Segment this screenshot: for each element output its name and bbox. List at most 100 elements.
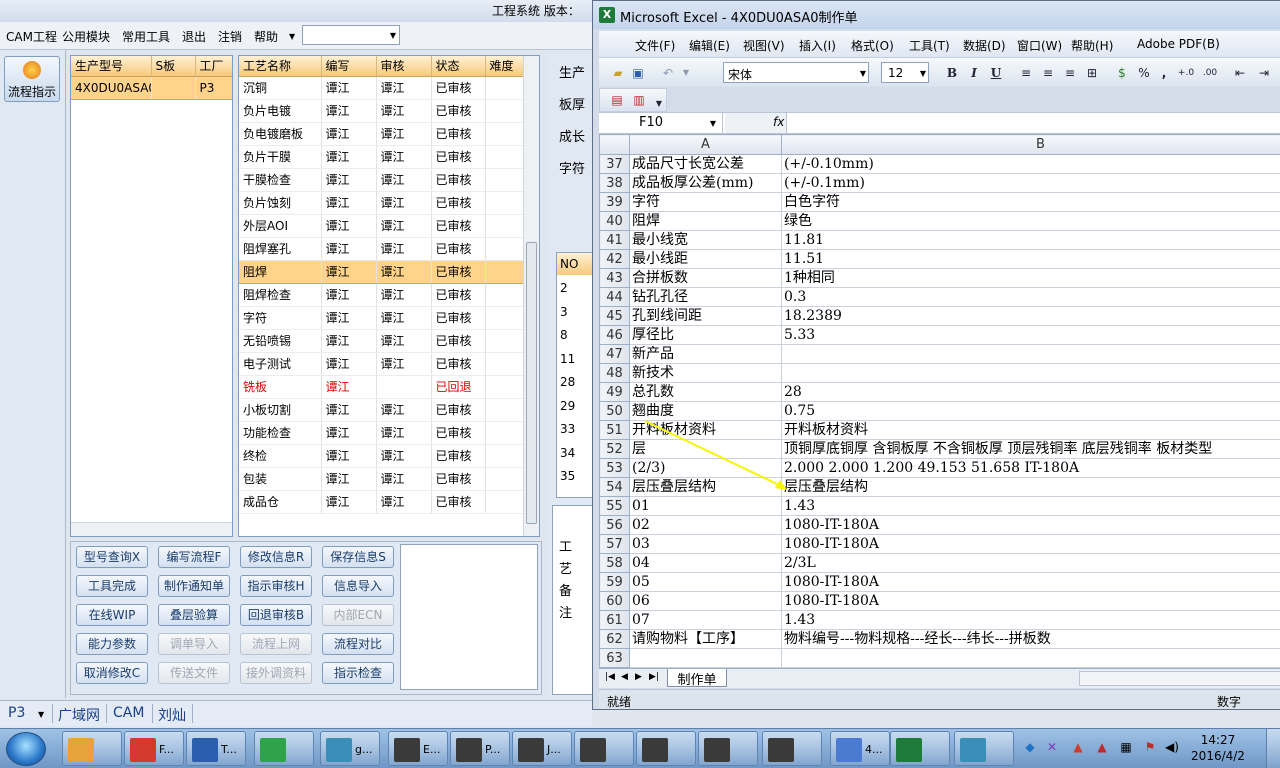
chevron-down-icon[interactable]: ▼ [677, 64, 695, 82]
table-row[interactable]: 4X0DU0ASA0 P3 [71, 75, 232, 100]
table-row[interactable]: 字符 谭江 谭江 已审核 [239, 306, 524, 330]
action-button[interactable]: 在线WIP [76, 604, 148, 626]
table-row[interactable]: 包装 谭江 谭江 已审核 [239, 467, 524, 491]
col-header-process[interactable]: 工艺名称 [239, 56, 322, 77]
action-button[interactable]: 型号查询X [76, 546, 148, 568]
excel-titlebar[interactable]: X Microsoft Excel - 4X0DU0ASA0制作单 [593, 1, 1280, 29]
table-row[interactable]: 负电镀磨板 谭江 谭江 已审核 [239, 122, 524, 146]
action-button[interactable]: 修改信息R [240, 546, 312, 568]
increase-decimal-icon[interactable]: +.0 [1177, 64, 1195, 82]
horizontal-scrollbar[interactable] [71, 522, 232, 536]
app-tray-icon[interactable]: ▲ [1070, 740, 1086, 756]
spreadsheet-grid[interactable]: A B 37 成品尺寸长宽公差 (+/-0.10mm) 38 成品板厚公差(mm) (+/… [599, 134, 1280, 668]
action-button[interactable]: 内部ECN [322, 604, 394, 626]
menu-exit[interactable]: 退出 [182, 28, 206, 45]
insert-function-button[interactable]: fx [725, 113, 787, 133]
action-button[interactable]: 工具完成 [76, 575, 148, 597]
volume-icon[interactable]: ◀) [1164, 740, 1180, 756]
excel-menu-item[interactable]: 窗口(W) [1017, 37, 1062, 54]
action-button[interactable]: 能力参数 [76, 633, 148, 655]
taskbar-app-button[interactable]: F... [124, 731, 184, 766]
system-clock[interactable]: 14:27 2016/4/2 [1190, 732, 1246, 766]
excel-menu-item[interactable]: 编辑(E) [689, 37, 730, 54]
table-row[interactable]: 负片电镀 谭江 谭江 已审核 [239, 99, 524, 123]
table-row[interactable]: 铣板 谭江 已回退 [239, 375, 524, 399]
col-header-sboard[interactable]: S板 [151, 56, 196, 77]
first-sheet-icon[interactable]: |◀ [605, 672, 615, 682]
col-header-status[interactable]: 状态 [431, 56, 486, 77]
action-button[interactable]: 保存信息S [322, 546, 394, 568]
action-button[interactable]: 流程对比 [322, 633, 394, 655]
table-row[interactable]: 无铅喷锡 谭江 谭江 已审核 [239, 329, 524, 353]
flow-indicator-button[interactable]: 流程指示 [4, 56, 60, 102]
process-remark-box[interactable]: 工 艺 备 注 [552, 505, 594, 695]
action-button[interactable]: 回退审核B [240, 604, 312, 626]
pdf-mail-icon[interactable]: ▥ [630, 91, 648, 109]
chevron-down-icon[interactable]: ▼ [289, 32, 295, 41]
action-button[interactable]: 信息导入 [322, 575, 394, 597]
pdf-icon[interactable]: ▤ [608, 91, 626, 109]
last-sheet-icon[interactable]: ▶| [649, 672, 659, 682]
no-grid[interactable]: NO 2 3 8 11 28 29 33 34 35 [556, 252, 596, 498]
action-button[interactable]: 编写流程F [158, 546, 230, 568]
tool-tray-icon[interactable]: ✕ [1044, 740, 1060, 756]
network-icon[interactable]: ▦ [1118, 740, 1134, 756]
open-icon[interactable]: ▰ [609, 64, 627, 82]
taskbar-app-button[interactable]: g... [320, 731, 380, 766]
excel-menu-item[interactable]: 格式(O) [851, 37, 894, 54]
taskbar-app-button[interactable] [954, 731, 1014, 766]
table-row[interactable]: 外层AOI 谭江 谭江 已审核 [239, 214, 524, 238]
vertical-scrollbar[interactable] [523, 56, 539, 536]
excel-menu-item[interactable]: Adobe PDF(B) [1137, 37, 1220, 51]
action-button[interactable]: 叠层验算 [158, 604, 230, 626]
table-row[interactable]: 电子测试 谭江 谭江 已审核 [239, 352, 524, 376]
taskbar-app-button[interactable]: 4... [830, 731, 890, 766]
horizontal-scrollbar[interactable] [1079, 671, 1280, 686]
action-center-icon[interactable]: ⚑ [1142, 740, 1158, 756]
chevron-down-icon[interactable]: ▼ [38, 710, 44, 719]
model-grid[interactable]: 生产型号 S板 工厂 4X0DU0ASA0 P3 [70, 55, 233, 537]
scrollbar-thumb[interactable] [526, 242, 537, 524]
action-button[interactable]: 制作通知单 [158, 575, 230, 597]
col-header-difficulty[interactable]: 难度 [485, 56, 524, 77]
align-center-icon[interactable]: ≡ [1039, 64, 1057, 82]
taskbar-app-button[interactable]: E... [388, 731, 448, 766]
excel-menu-item[interactable]: 文件(F) [635, 37, 675, 54]
action-button[interactable]: 指示审核H [240, 575, 312, 597]
action-button[interactable]: 传送文件 [158, 662, 230, 684]
menu-help[interactable]: 帮助 [254, 28, 278, 45]
excel-menu-item[interactable]: 工具(T) [909, 37, 950, 54]
table-row[interactable]: 功能检查 谭江 谭江 已审核 [239, 421, 524, 445]
action-button[interactable]: 取消修改C [76, 662, 148, 684]
table-row[interactable]: 阻焊检查 谭江 谭江 已审核 [239, 283, 524, 307]
table-row[interactable]: 终检 谭江 谭江 已审核 [239, 444, 524, 468]
taskbar-app-button[interactable] [636, 731, 696, 766]
decrease-decimal-icon[interactable]: .00 [1201, 64, 1219, 82]
taskbar-app-button[interactable] [62, 731, 122, 766]
table-row[interactable]: 负片干膜 谭江 谭江 已审核 [239, 145, 524, 169]
align-right-icon[interactable]: ≡ [1061, 64, 1079, 82]
col-header-author[interactable]: 编写 [321, 56, 377, 77]
italic-icon[interactable]: I [965, 64, 983, 82]
name-box[interactable]: F10 ▼ [599, 113, 723, 133]
table-row[interactable]: 负片蚀刻 谭江 谭江 已审核 [239, 191, 524, 215]
chevron-down-icon[interactable]: ▼ [650, 95, 668, 113]
taskbar-app-button[interactable] [254, 731, 314, 766]
next-sheet-icon[interactable]: ▶ [635, 672, 642, 682]
start-button[interactable] [6, 732, 46, 766]
menu-public[interactable]: 公用模块 [62, 28, 110, 45]
toolbar-combo[interactable]: ▼ [302, 25, 400, 45]
taskbar-app-button[interactable]: J... [512, 731, 572, 766]
adobe-tray-icon[interactable]: ▲ [1094, 740, 1110, 756]
menu-logout[interactable]: 注销 [218, 28, 242, 45]
table-row[interactable]: 阻焊 谭江 谭江 已审核 [239, 259, 524, 284]
table-row[interactable]: 小板切割 谭江 谭江 已审核 [239, 398, 524, 422]
excel-menu-item[interactable]: 帮助(H) [1071, 37, 1113, 54]
col-header-factory[interactable]: 工厂 [195, 56, 232, 77]
decrease-indent-icon[interactable]: ⇤ [1231, 64, 1249, 82]
table-row[interactable]: 沉铜 谭江 谭江 已审核 [239, 76, 524, 100]
currency-icon[interactable]: $ [1113, 64, 1131, 82]
excel-menu-item[interactable]: 插入(I) [799, 37, 836, 54]
col-header-model[interactable]: 生产型号 [71, 56, 152, 77]
bold-icon[interactable]: B [943, 64, 961, 82]
